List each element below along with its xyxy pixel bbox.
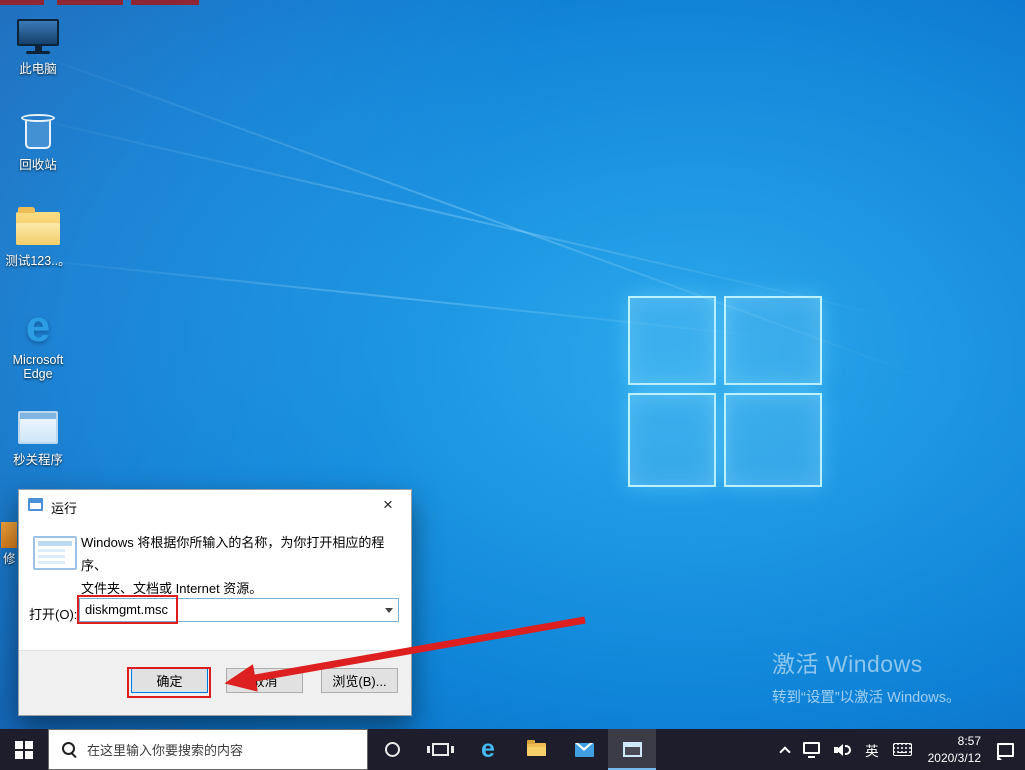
open-label: 打开(O):	[29, 604, 77, 623]
search-icon	[62, 742, 77, 757]
top-edge-artifact	[131, 0, 199, 5]
dialog-button-strip: 确定 取消 浏览(B)...	[19, 650, 411, 715]
folder-icon	[0, 204, 76, 252]
windows-logo	[628, 296, 822, 487]
active-app-button[interactable]	[608, 729, 656, 770]
keyboard-icon	[893, 743, 912, 756]
top-edge-artifact	[0, 0, 44, 5]
desktop-icon-edge[interactable]: e Microsoft Edge	[0, 303, 76, 382]
desktop-icon-label: 测试123..。	[0, 254, 76, 268]
recycle-bin-icon	[0, 108, 76, 156]
chevron-up-icon	[779, 746, 790, 757]
desktop-icon-label: 回收站	[0, 158, 76, 172]
clock-date: 2020/3/12	[928, 750, 981, 766]
windows-logo-pane	[628, 296, 716, 385]
run-input-combobox[interactable]: diskmgmt.msc	[79, 598, 399, 622]
taskbar-edge-button[interactable]: e	[464, 729, 512, 770]
windows-start-icon	[15, 741, 33, 759]
desktop-icon-test-folder[interactable]: 测试123..。	[0, 204, 76, 268]
run-dialog-titlebar[interactable]: 运行 ×	[19, 490, 411, 520]
run-dialog-title: 运行	[51, 498, 77, 517]
mail-icon	[575, 743, 594, 757]
speaker-icon	[834, 743, 851, 757]
task-view-button[interactable]	[416, 729, 464, 770]
tray-expand-button[interactable]	[774, 729, 796, 770]
mail-button[interactable]	[560, 729, 608, 770]
description-line-1: Windows 将根据你所输入的名称，为你打开相应的程序、	[81, 532, 403, 578]
run-dialog: 运行 × Windows 将根据你所输入的名称，为你打开相应的程序、 文件夹、文…	[18, 489, 412, 716]
watermark-line1: 激活 Windows	[772, 645, 961, 679]
partial-icon	[1, 522, 17, 548]
top-edge-artifact	[57, 0, 123, 5]
desktop-icon-app[interactable]: 秒关程序	[0, 403, 76, 467]
system-tray: 英 8:57 2020/3/12	[774, 729, 1025, 770]
cortana-icon	[385, 742, 400, 757]
volume-button[interactable]	[827, 729, 858, 770]
browse-button[interactable]: 浏览(B)...	[321, 668, 398, 693]
ime-indicator: 英	[865, 740, 879, 760]
network-icon	[803, 742, 820, 754]
desktop-icon-this-pc[interactable]: 此电脑	[0, 12, 76, 76]
action-center-icon	[997, 743, 1014, 757]
app-window-icon	[0, 403, 76, 451]
windows-logo-pane	[724, 393, 822, 487]
activation-watermark: 激活 Windows 转到“设置”以激活 Windows。	[772, 645, 961, 707]
desktop-icon-label: Microsoft Edge	[0, 353, 76, 382]
desktop-icon-label: 秒关程序	[0, 453, 76, 467]
run-input[interactable]: diskmgmt.msc	[80, 599, 380, 621]
app-window-icon	[623, 742, 642, 757]
edge-icon: e	[481, 737, 495, 762]
taskbar: 在这里输入你要搜索的内容 e 英 8:57	[0, 729, 1025, 770]
start-button[interactable]	[0, 729, 48, 770]
task-view-icon	[432, 743, 449, 756]
network-button[interactable]	[796, 729, 827, 770]
description-line-2: 文件夹、文档或 Internet 资源。	[81, 578, 403, 601]
cortana-button[interactable]	[368, 729, 416, 770]
windows-logo-pane	[628, 393, 716, 487]
action-center-button[interactable]	[990, 729, 1021, 770]
desktop-icon-recycle-bin[interactable]: 回收站	[0, 108, 76, 172]
windows-logo-pane	[724, 296, 822, 385]
taskbar-search[interactable]: 在这里输入你要搜索的内容	[48, 729, 368, 770]
run-dialog-icon	[28, 498, 43, 511]
ok-button[interactable]: 确定	[131, 668, 208, 693]
folder-icon	[527, 743, 546, 756]
search-placeholder: 在这里输入你要搜索的内容	[87, 740, 243, 759]
chevron-down-icon[interactable]	[380, 599, 398, 621]
cancel-button[interactable]: 取消	[226, 668, 303, 693]
clock[interactable]: 8:57 2020/3/12	[919, 729, 990, 770]
ime-mode-button[interactable]: 英	[858, 729, 886, 770]
watermark-line2: 转到“设置”以激活 Windows。	[772, 686, 961, 707]
keyboard-button[interactable]	[886, 729, 919, 770]
run-body-icon	[33, 536, 77, 570]
this-pc-icon	[0, 12, 76, 60]
close-icon[interactable]: ×	[365, 490, 411, 519]
run-dialog-description: Windows 将根据你所输入的名称，为你打开相应的程序、 文件夹、文档或 In…	[81, 532, 403, 600]
clock-time: 8:57	[928, 733, 981, 749]
file-explorer-button[interactable]	[512, 729, 560, 770]
desktop-icon-label: 此电脑	[0, 62, 76, 76]
edge-icon: e	[0, 303, 76, 351]
